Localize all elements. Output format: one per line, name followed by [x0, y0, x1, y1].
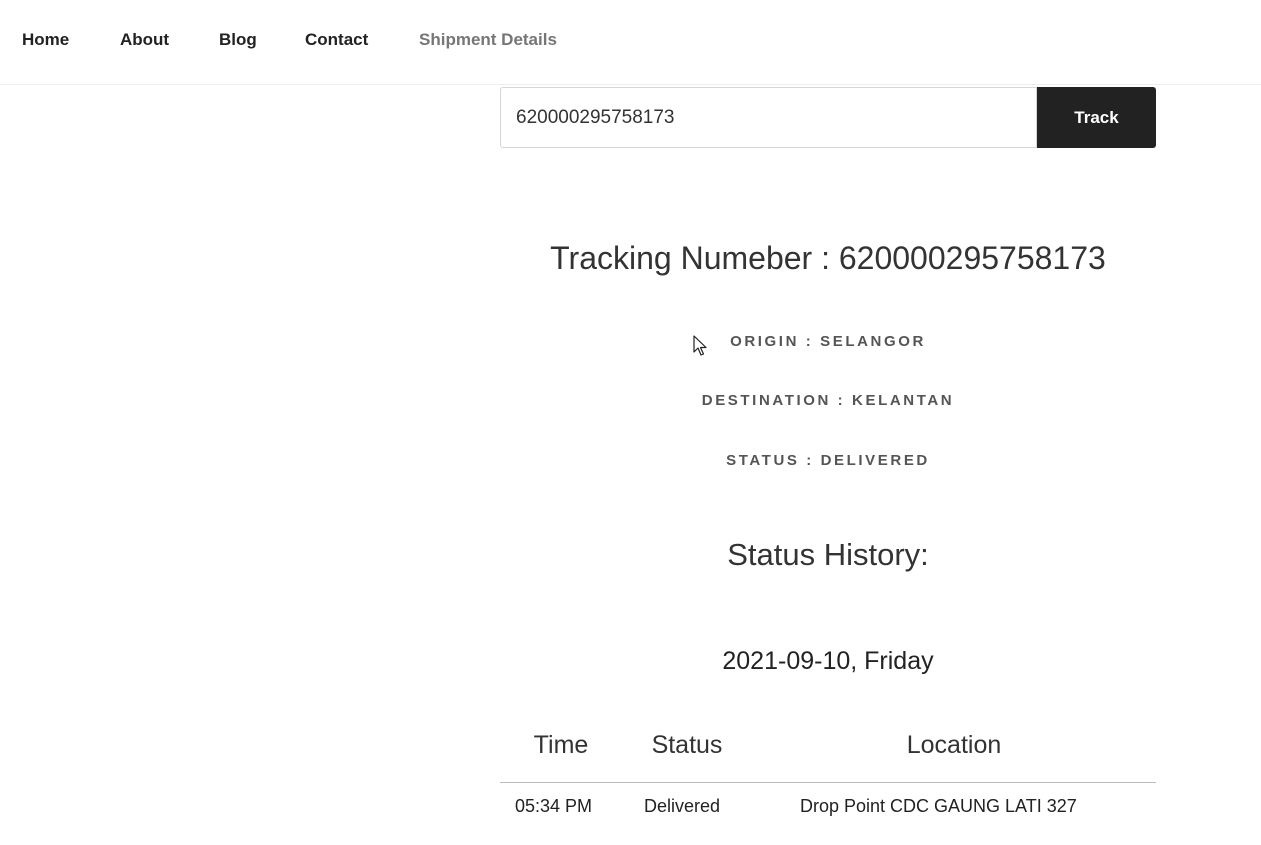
- nav-link-about[interactable]: About: [120, 30, 169, 50]
- table-header-row: Time Status Location: [500, 708, 1156, 783]
- nav-link-shipment-details[interactable]: Shipment Details: [419, 30, 557, 50]
- tracking-number-input[interactable]: [500, 87, 1037, 148]
- tracking-form: Track: [500, 87, 1156, 148]
- tracking-number-heading: Tracking Numeber : 620000295758173: [550, 240, 1106, 276]
- origin-info: ORIGIN : SELANGOR: [730, 333, 926, 350]
- column-header-time: Time: [500, 708, 622, 783]
- status-info: STATUS : DELIVERED: [726, 452, 930, 469]
- top-navigation: Home About Blog Contact Shipment Details: [0, 0, 1261, 85]
- cell-location: Drop Point CDC GAUNG LATI 327: [800, 795, 1077, 816]
- nav-link-blog[interactable]: Blog: [219, 30, 257, 50]
- nav-link-contact[interactable]: Contact: [305, 30, 368, 50]
- status-history-heading: Status History:: [727, 537, 929, 572]
- status-history-table: Time Status Location 05:34 PM Delivered …: [500, 708, 1156, 829]
- table-row: 05:34 PM Delivered Drop Point CDC GAUNG …: [500, 783, 1156, 830]
- history-date-heading: 2021-09-10, Friday: [722, 647, 934, 675]
- destination-info: DESTINATION : KELANTAN: [701, 392, 955, 409]
- column-header-location: Location: [752, 708, 1156, 783]
- nav-link-home[interactable]: Home: [22, 30, 69, 50]
- mouse-pointer-icon: [693, 335, 707, 356]
- column-header-status: Status: [622, 708, 752, 783]
- cell-time: 05:34 PM: [515, 795, 593, 816]
- cell-status: Delivered: [644, 795, 721, 816]
- track-button[interactable]: Track: [1037, 87, 1156, 148]
